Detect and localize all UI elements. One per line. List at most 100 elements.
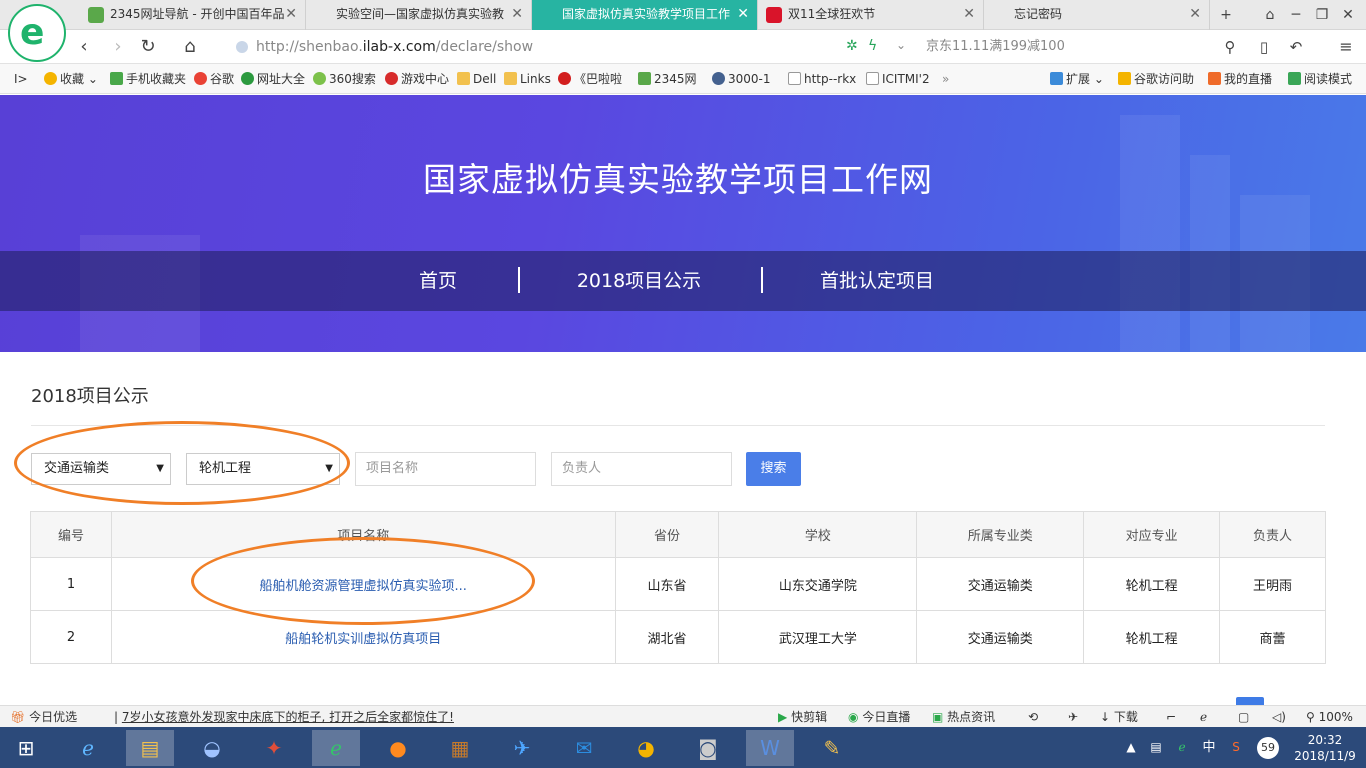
close-icon[interactable]: ✕ — [285, 0, 297, 29]
google-helper-icon — [1118, 72, 1131, 85]
firefox-taskbar-icon[interactable]: ● — [374, 730, 422, 766]
security-icon[interactable]: ✲ — [846, 38, 858, 54]
nav-home[interactable]: 首页 — [398, 251, 478, 311]
undo-icon[interactable]: ↶ — [1284, 36, 1308, 58]
forward-icon[interactable]: › — [106, 36, 130, 58]
bookmark-games[interactable]: 游戏中心 — [385, 64, 449, 94]
bookmark-dell[interactable]: Dell — [457, 64, 496, 94]
extension-icon — [1050, 72, 1063, 85]
back-icon[interactable]: ‹ — [72, 36, 96, 58]
site-title: 国家虚拟仿真实验教学项目工作网 — [423, 160, 933, 199]
news-ticker[interactable]: | 7岁小女孩意外发现家中床底下的柜子, 打开之后全家都惊住了! — [114, 706, 454, 728]
close-icon[interactable]: ✕ — [1189, 0, 1201, 29]
bookmark-google[interactable]: 谷歌 — [194, 64, 234, 94]
owner-input[interactable]: 负责人 — [551, 452, 732, 486]
bookmark-more[interactable]: » — [942, 64, 949, 94]
folder-icon — [457, 72, 470, 85]
hot-news[interactable]: ▣ 热点资讯 — [932, 706, 995, 728]
browser-logo-icon[interactable]: e — [8, 4, 66, 62]
sidebar-toggle-icon[interactable]: I> — [14, 64, 28, 94]
quick-edit[interactable]: ▶ 快剪辑 — [778, 706, 827, 728]
word-taskbar-icon[interactable]: W — [746, 730, 794, 766]
start-button[interactable]: ⊞ — [2, 730, 50, 766]
zoom-control[interactable]: ⚲ 100% — [1306, 706, 1353, 728]
phone-icon[interactable]: ▯ — [1252, 36, 1276, 58]
tab-forgot-password[interactable]: 忘记密码 ✕ — [984, 0, 1210, 30]
extensions-button[interactable]: 扩展 ⌄ — [1050, 64, 1104, 94]
pin-icon[interactable]: ✈ — [1068, 706, 1078, 728]
back-to-top-button[interactable] — [1236, 697, 1264, 705]
bookmark-rkx[interactable]: http--rkx — [788, 64, 856, 94]
url-path: /declare/show — [435, 39, 534, 55]
clock[interactable]: 20:32 2018/11/9 — [1290, 727, 1360, 768]
clean-icon[interactable]: ⟲ — [1028, 706, 1038, 728]
close-icon[interactable]: ✕ — [737, 0, 749, 29]
network-icon[interactable]: ▤ — [1146, 727, 1166, 768]
ime-indicator[interactable]: 中 — [1198, 727, 1220, 768]
nav-2018-announcement[interactable]: 2018项目公示 — [560, 251, 718, 311]
bookmark-label: Links — [520, 72, 551, 86]
bookmark-3000[interactable]: 3000-1 — [712, 64, 771, 94]
bookmark-sites[interactable]: 网址大全 — [241, 64, 305, 94]
new-tab-button[interactable]: + — [1212, 0, 1240, 30]
close-window-icon[interactable]: ✕ — [1334, 0, 1362, 30]
minimize-icon[interactable]: ─ — [1282, 0, 1310, 30]
today-picks[interactable]: 🎁︎ 今日优选 — [10, 706, 77, 728]
2345-browser-taskbar-icon[interactable]: ℯ — [312, 730, 360, 766]
url-field[interactable]: http://shenbao.ilab-x.com/declare/show — [230, 34, 910, 60]
skin-icon[interactable]: ⌂ — [1256, 0, 1284, 30]
nav-certified-projects[interactable]: 首批认定项目 — [806, 251, 948, 311]
bookmark-favorites[interactable]: 收藏 ⌄ — [44, 64, 98, 94]
browser-tray-icon[interactable]: ℯ — [1172, 727, 1192, 768]
bookmark-mobile[interactable]: 手机收藏夹 — [110, 64, 186, 94]
explorer-taskbar-icon[interactable]: ▤ — [126, 730, 174, 766]
bookmark-360[interactable]: 360搜索 — [313, 64, 376, 94]
search-icon[interactable]: ⚲ — [1218, 36, 1242, 58]
reading-mode-button[interactable]: 阅读模式 — [1288, 64, 1352, 94]
chrome-taskbar-icon[interactable]: ◕ — [622, 730, 670, 766]
bookmark-links[interactable]: Links — [504, 64, 551, 94]
sogou-icon[interactable]: S — [1226, 727, 1246, 768]
tray-expand-icon[interactable]: ▲ — [1122, 727, 1140, 768]
messenger-taskbar-icon[interactable]: ✈ — [498, 730, 546, 766]
ie-mode-icon[interactable]: ℯ — [1200, 706, 1207, 728]
tab-favicon-icon — [88, 7, 104, 23]
bookmark-2345[interactable]: 2345网 — [638, 64, 697, 94]
refresh-icon[interactable]: ↻ — [136, 36, 160, 58]
bookmark-balala[interactable]: 《巴啦啦 — [558, 64, 622, 94]
close-icon[interactable]: ✕ — [963, 0, 975, 29]
window-icon[interactable]: ▢ — [1238, 706, 1249, 728]
notification-badge[interactable]: 59 — [1256, 727, 1280, 768]
maximize-icon[interactable]: ❐ — [1308, 0, 1336, 30]
promo-search[interactable]: 京东11.11满199减100 — [926, 34, 1065, 60]
today-live[interactable]: ◉ 今日直播 — [848, 706, 910, 728]
bookmark-icitmi[interactable]: ICITMI'2 — [866, 64, 930, 94]
app-taskbar-icon[interactable]: ◒ — [188, 730, 236, 766]
menu-icon[interactable]: ≡ — [1334, 36, 1358, 58]
mail-taskbar-icon[interactable]: ✉ — [560, 730, 608, 766]
screenshot-icon[interactable]: ⌐ — [1166, 706, 1176, 728]
ie-taskbar-icon[interactable]: ℯ — [64, 730, 112, 766]
paint-taskbar-icon[interactable]: ✎ — [808, 730, 856, 766]
google-helper-button[interactable]: 谷歌访问助 — [1118, 64, 1194, 94]
toolbox-taskbar-icon[interactable]: ✦ — [250, 730, 298, 766]
url-prefix: http://shenbao. — [256, 39, 363, 55]
tab-2345[interactable]: 2345网址导航 - 开创中国百年品 ✕ — [80, 0, 306, 30]
search-button[interactable]: 搜索 — [746, 452, 801, 486]
home-icon[interactable]: ⌂ — [178, 36, 202, 58]
speed-icon[interactable]: ϟ — [868, 38, 877, 54]
bookmark-label: Dell — [473, 72, 497, 86]
project-name-input[interactable]: 项目名称 — [355, 452, 536, 486]
camera-taskbar-icon[interactable]: ◙ — [684, 730, 732, 766]
tab-active-project[interactable]: 国家虚拟仿真实验教学项目工作 ✕ — [532, 0, 758, 30]
tab-double11[interactable]: 双11全球狂欢节 ✕ — [758, 0, 984, 30]
live-button[interactable]: 我的直播 — [1208, 64, 1272, 94]
tab-ilab-space[interactable]: 实验空间—国家虚拟仿真实验教 ✕ — [306, 0, 532, 30]
status-label: 下载 — [1113, 710, 1138, 724]
volume-icon[interactable]: ◁) — [1272, 706, 1286, 728]
close-icon[interactable]: ✕ — [511, 0, 523, 29]
page-icon — [788, 72, 801, 85]
download[interactable]: ↓ 下载 — [1100, 706, 1138, 728]
archive-taskbar-icon[interactable]: ▦ — [436, 730, 484, 766]
dropdown-icon[interactable]: ⌄ — [896, 38, 906, 52]
